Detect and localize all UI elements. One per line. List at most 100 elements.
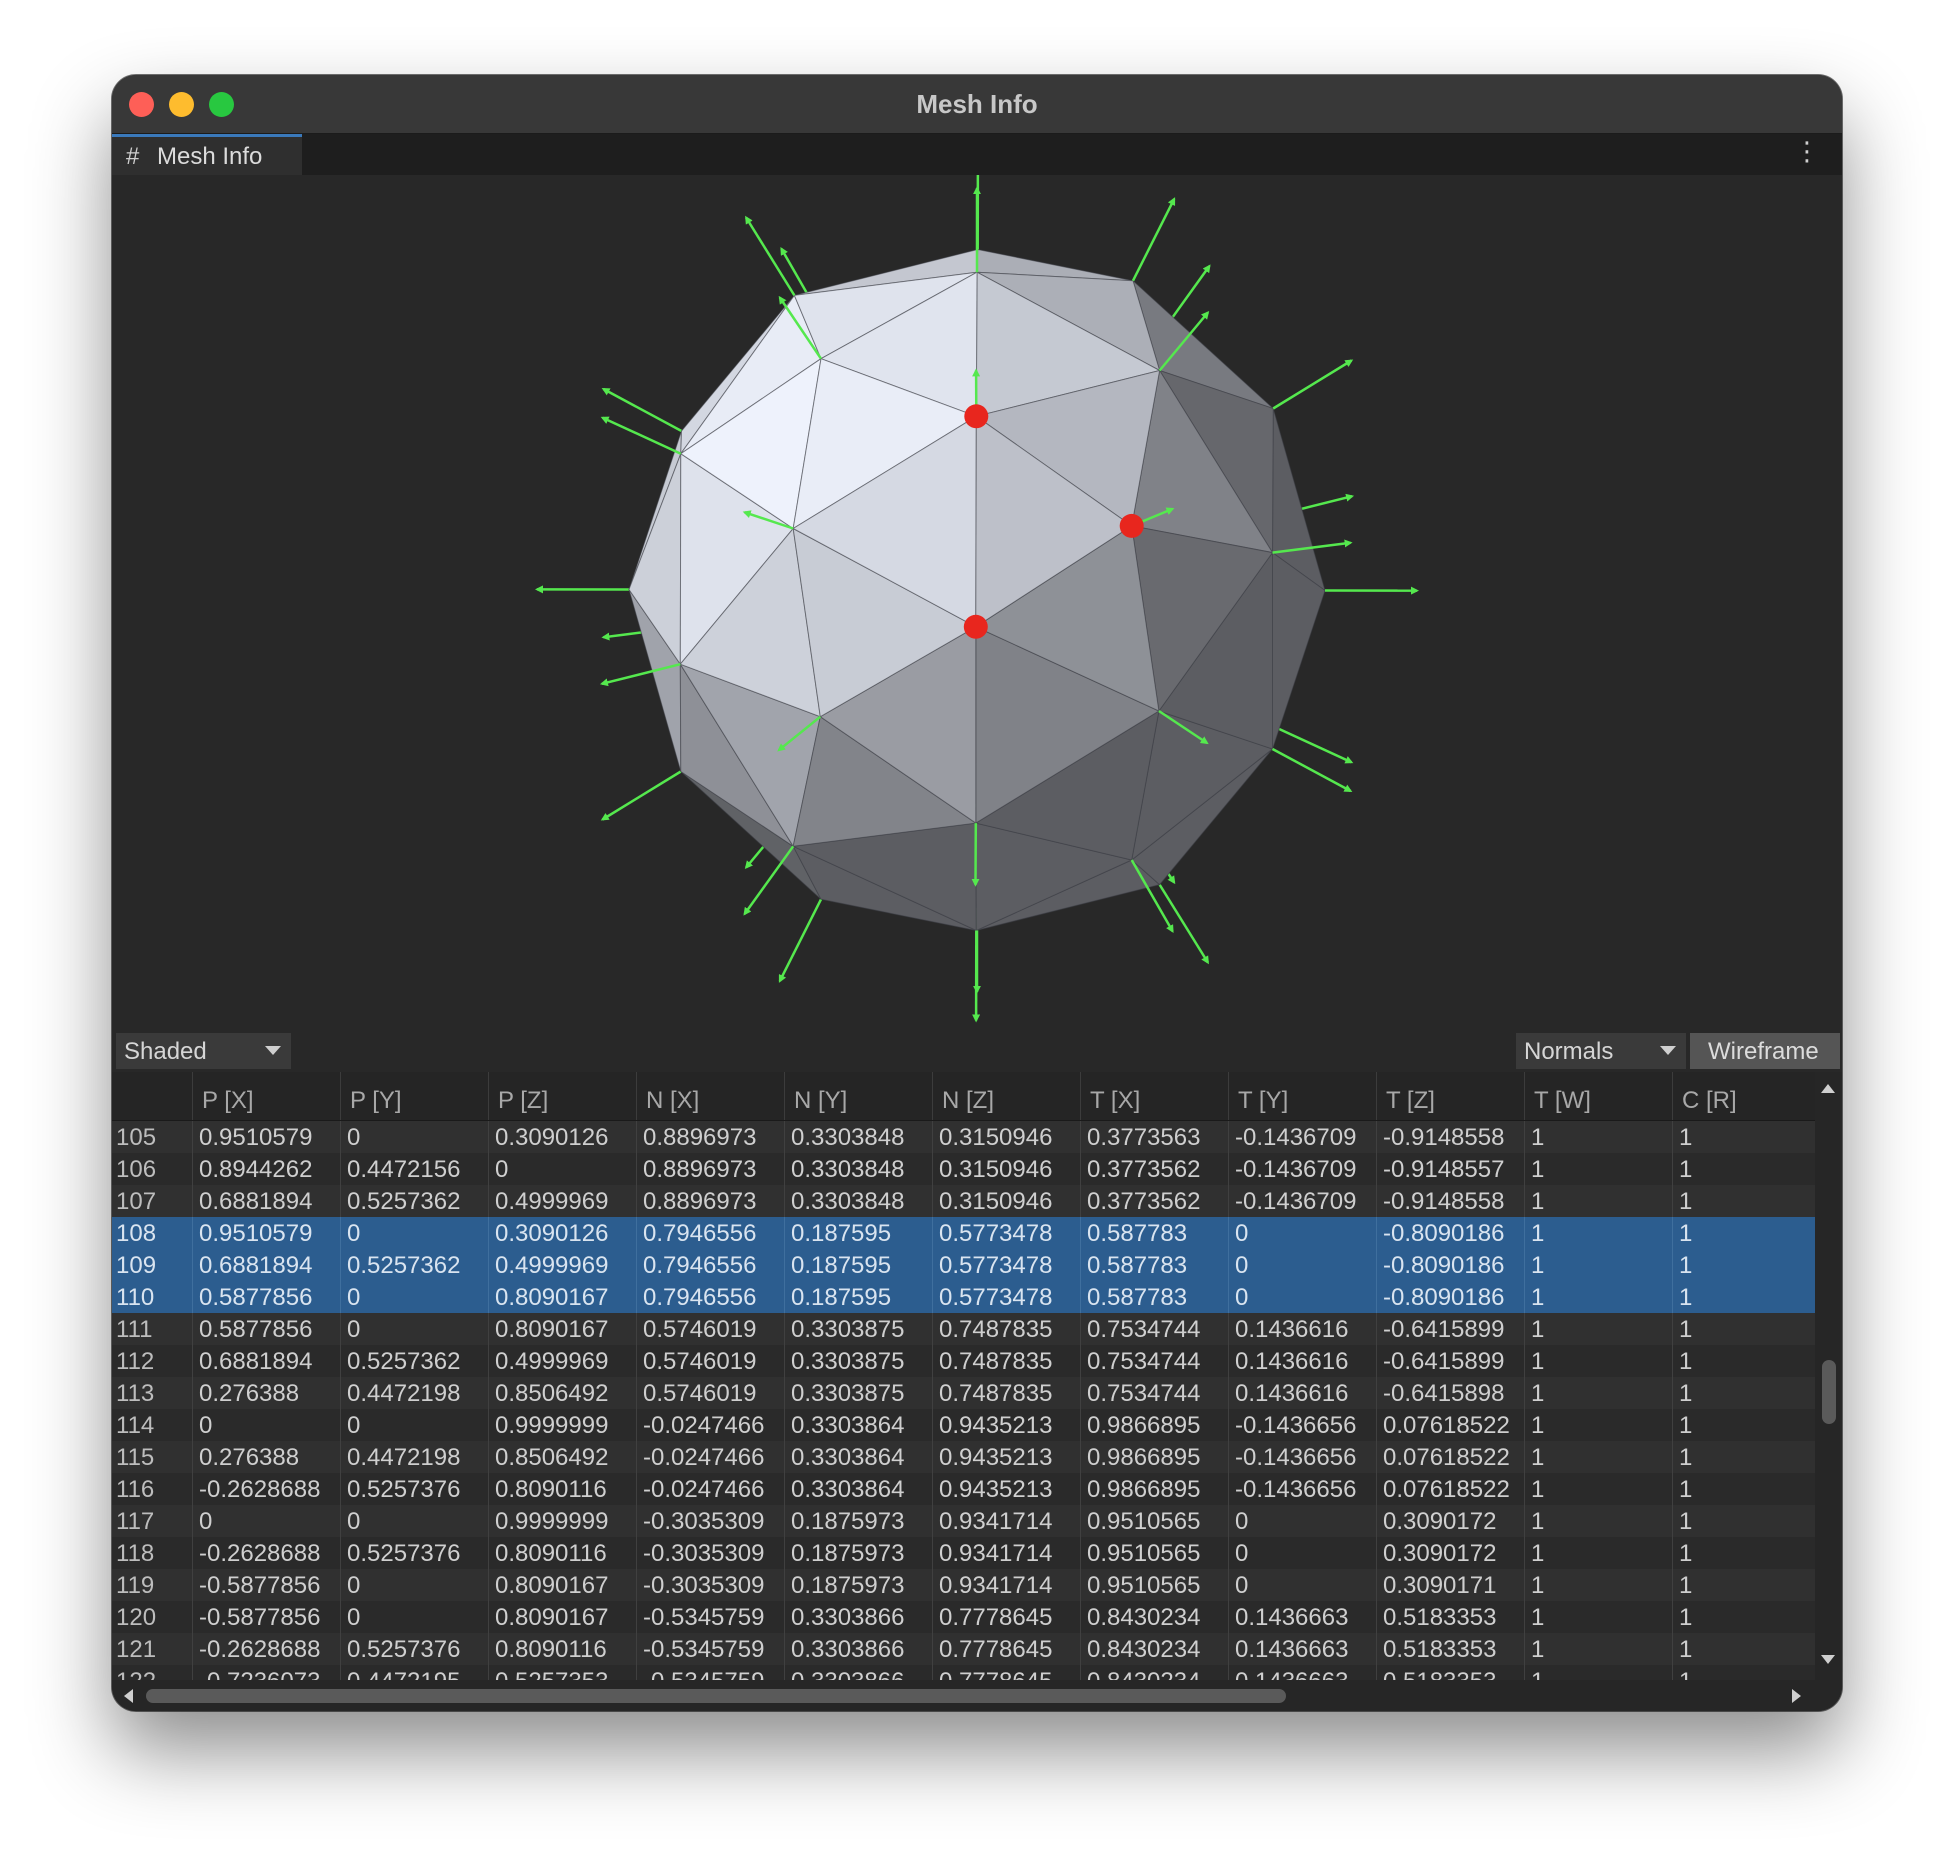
table-cell: 0.8090167 xyxy=(488,1569,636,1601)
scroll-right-icon[interactable] xyxy=(1792,1689,1801,1703)
table-row[interactable]: 119 -0.5877856 0 0.8090167 -0.3035309 0.18759… xyxy=(112,1569,1815,1601)
table-cell: 0.4999969 xyxy=(488,1185,636,1217)
scroll-down-icon[interactable] xyxy=(1821,1655,1835,1664)
row-index: 117 xyxy=(116,1508,155,1535)
table-cell: 0.3303848 xyxy=(784,1121,932,1153)
table-cell: 0.9510579 xyxy=(192,1121,340,1153)
column-header[interactable]: P [X] xyxy=(192,1072,340,1120)
table-cell: 1 xyxy=(1524,1409,1672,1441)
table-cell: 0.07618522 xyxy=(1376,1409,1524,1441)
table-cell: 0.3303866 xyxy=(784,1633,932,1665)
table-cell: -0.3035309 xyxy=(636,1537,784,1569)
table-cell: 1 xyxy=(1672,1537,1815,1569)
table-row-selected[interactable]: 108 0.9510579 0 0.3090126 0.7946556 0.187595 0… xyxy=(112,1217,1815,1249)
shading-mode-dropdown[interactable]: Shaded xyxy=(116,1033,291,1069)
table-cell: 0.9510579 xyxy=(192,1217,340,1249)
table-cell: 0 xyxy=(1228,1217,1376,1249)
table-cell: 0.9435213 xyxy=(932,1441,1080,1473)
viewport-toolbar: Shaded Normals Wireframe xyxy=(112,1030,1842,1072)
row-index: 112 xyxy=(116,1348,155,1375)
table-cell: 0.8506492 xyxy=(488,1377,636,1409)
table-cell: 0.3303875 xyxy=(784,1377,932,1409)
column-header[interactable]: N [Y] xyxy=(784,1072,932,1120)
column-header[interactable]: C [R] xyxy=(1672,1072,1815,1120)
horizontal-scroll-thumb[interactable] xyxy=(146,1689,1286,1703)
table-cell: -0.5345759 xyxy=(636,1633,784,1665)
table-row[interactable]: 107 0.6881894 0.5257362 0.4999969 0.8896973 0… xyxy=(112,1185,1815,1217)
row-index: 116 xyxy=(116,1476,155,1503)
table-cell: 0.7778645 xyxy=(932,1633,1080,1665)
index-column-header[interactable] xyxy=(112,1072,192,1120)
table-cell: -0.6415898 xyxy=(1376,1377,1524,1409)
table-cell: 0.3773563 xyxy=(1080,1121,1228,1153)
table-cell: 0 xyxy=(340,1121,488,1153)
table-cell: 0.5257362 xyxy=(340,1249,488,1281)
column-header[interactable]: T [W] xyxy=(1524,1072,1672,1120)
overlay-mode-dropdown[interactable]: Normals xyxy=(1516,1033,1686,1069)
wireframe-toggle-button[interactable]: Wireframe xyxy=(1690,1033,1840,1069)
table-cell: 0 xyxy=(340,1569,488,1601)
table-row[interactable]: 117 0 0 0.9999999 -0.3035309 0.1875973 0.93417… xyxy=(112,1505,1815,1537)
table-cell: 1 xyxy=(1524,1665,1672,1680)
vertical-scrollbar[interactable] xyxy=(1815,1072,1842,1680)
table-row[interactable]: 111 0.5877856 0 0.8090167 0.5746019 0.3303875… xyxy=(112,1313,1815,1345)
table-cell: 0.5183353 xyxy=(1376,1633,1524,1665)
horizontal-scrollbar[interactable] xyxy=(112,1680,1842,1711)
more-options-icon[interactable]: ⋮ xyxy=(1794,138,1820,164)
table-cell: 0.8506492 xyxy=(488,1441,636,1473)
scroll-up-icon[interactable] xyxy=(1821,1084,1835,1093)
row-index: 111 xyxy=(116,1316,153,1343)
table-cell: 0.8430234 xyxy=(1080,1665,1228,1680)
table-row[interactable]: 121 -0.2628688 0.5257376 0.8090116 -0.534575… xyxy=(112,1633,1815,1665)
table-row[interactable]: 116 -0.2628688 0.5257376 0.8090116 -0.024746… xyxy=(112,1473,1815,1505)
column-header[interactable]: N [X] xyxy=(636,1072,784,1120)
selected-vertex-marker[interactable] xyxy=(1119,513,1144,538)
table-cell: 0.3090126 xyxy=(488,1217,636,1249)
table-row[interactable]: 114 0 0 0.9999999 -0.0247466 0.3303864 0.94352… xyxy=(112,1409,1815,1441)
table-cell: -0.5877856 xyxy=(192,1569,340,1601)
table-cell: -0.5345759 xyxy=(636,1601,784,1633)
table-cell: 0.6881894 xyxy=(192,1185,340,1217)
selected-vertex-marker[interactable] xyxy=(964,404,989,429)
column-header[interactable]: T [X] xyxy=(1080,1072,1228,1120)
table-cell: 1 xyxy=(1524,1345,1672,1377)
table-row[interactable]: 118 -0.2628688 0.5257376 0.8090116 -0.303530… xyxy=(112,1537,1815,1569)
column-header[interactable]: N [Z] xyxy=(932,1072,1080,1120)
scroll-left-icon[interactable] xyxy=(124,1689,133,1703)
table-cell: 0.07618522 xyxy=(1376,1473,1524,1505)
table-row[interactable]: 122-0.72360730.44721950.5257353-0.534575… xyxy=(112,1665,1815,1680)
table-row[interactable]: 113 0.276388 0.4472198 0.8506492 0.5746019 0.… xyxy=(112,1377,1815,1409)
table-row[interactable]: 115 0.276388 0.4472198 0.8506492 -0.0247466 0… xyxy=(112,1441,1815,1473)
table-row[interactable]: 112 0.6881894 0.5257362 0.4999969 0.5746019 0… xyxy=(112,1345,1815,1377)
column-header[interactable]: P [Z] xyxy=(488,1072,636,1120)
table-row[interactable]: 105 0.9510579 0 0.3090126 0.8896973 0.3303848… xyxy=(112,1121,1815,1153)
table-row-selected[interactable]: 110 0.5877856 0 0.8090167 0.7946556 0.187595 0… xyxy=(112,1281,1815,1313)
table-cell: 0.8090167 xyxy=(488,1601,636,1633)
table-row-selected[interactable]: 109 0.6881894 0.5257362 0.4999969 0.7946556 0… xyxy=(112,1249,1815,1281)
table-cell: 0.587783 xyxy=(1080,1217,1228,1249)
vertical-scroll-thumb[interactable] xyxy=(1822,1360,1836,1424)
table-cell: 0.4999969 xyxy=(488,1249,636,1281)
table-cell: 1 xyxy=(1672,1249,1815,1281)
table-row[interactable]: 106 0.8944262 0.4472156 0 0.8896973 0.3303848… xyxy=(112,1153,1815,1185)
column-header[interactable]: P [Y] xyxy=(340,1072,488,1120)
column-header[interactable]: T [Z] xyxy=(1376,1072,1524,1120)
table-cell: 1 xyxy=(1672,1281,1815,1313)
table-cell: 0.4472195 xyxy=(340,1665,488,1680)
vertex-data-table[interactable]: P [X] P [Y] P [Z] N [X] N [Y] N [Z] T [X] T [Y]… xyxy=(112,1072,1815,1680)
tab-mesh-info[interactable]: # Mesh Info xyxy=(112,134,302,175)
table-cell: 0.1436663 xyxy=(1228,1665,1376,1680)
icosphere-render xyxy=(535,157,1419,1023)
selected-vertex-marker[interactable] xyxy=(963,614,988,639)
table-cell: 0 xyxy=(340,1281,488,1313)
table-cell: 1 xyxy=(1672,1473,1815,1505)
table-cell: 0.8090167 xyxy=(488,1313,636,1345)
table-header: P [X] P [Y] P [Z] N [X] N [Y] N [Z] T [X] T [Y]… xyxy=(112,1072,1815,1121)
table-cell: -0.6415899 xyxy=(1376,1313,1524,1345)
column-header[interactable]: T [Y] xyxy=(1228,1072,1376,1120)
table-cell: 1 xyxy=(1672,1217,1815,1249)
row-index: 121 xyxy=(116,1636,157,1663)
table-cell: 0.8090116 xyxy=(488,1537,636,1569)
table-row[interactable]: 120 -0.5877856 0 0.8090167 -0.5345759 0.33038… xyxy=(112,1601,1815,1633)
mesh-viewport[interactable] xyxy=(112,157,1842,1030)
